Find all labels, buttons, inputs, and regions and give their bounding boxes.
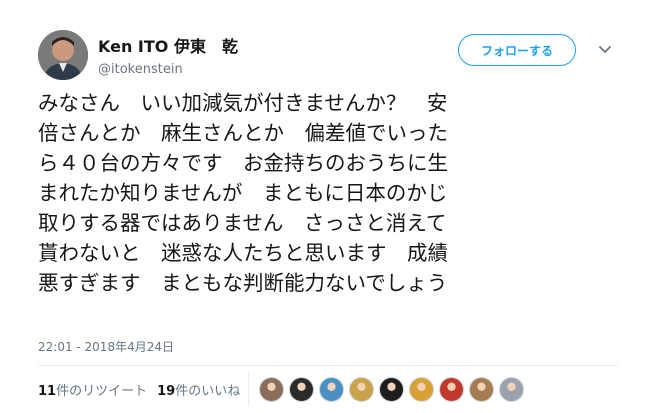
tweet-stats: 11件のリツイート 19件のいいね	[38, 372, 529, 406]
divider	[38, 365, 618, 366]
tweet-text-line: 倍さんとか 麻生さんとか 偏差値でいった	[38, 121, 448, 145]
tweet-header: Ken ITO 伊東 乾 @itokenstein フォローする	[38, 30, 618, 82]
follow-button[interactable]: フォローする	[458, 34, 576, 66]
liker-avatar-icon[interactable]	[379, 376, 405, 402]
author-names: Ken ITO 伊東 乾 @itokenstein	[98, 33, 238, 77]
tweet-timestamp[interactable]: 22:01 - 2018年4月24日	[38, 338, 174, 355]
liker-avatar-icon[interactable]	[349, 376, 375, 402]
tweet-text-line: 貰わないと 迷惑な人たちと思います 成績	[38, 241, 448, 265]
author-avatar[interactable]	[38, 30, 88, 80]
likes-count: 19	[157, 383, 176, 399]
chevron-down-icon[interactable]	[596, 40, 614, 58]
author-avatar-icon	[38, 30, 88, 80]
liker-avatars	[259, 376, 529, 402]
liker-avatar-icon[interactable]	[439, 376, 465, 402]
liker-avatar-icon[interactable]	[319, 376, 345, 402]
retweets-stat[interactable]: 11件のリツイート	[38, 380, 147, 399]
tweet-text-line: ら４０台の方々です お金持ちのおうちに生	[38, 151, 448, 175]
tweet-text-line: みなさん いい加減気が付きませんか？ 安	[38, 91, 448, 115]
likes-label: 件のいいね	[175, 383, 241, 399]
tweet-text-line: まれたか知りませんが まともに日本のかじ	[38, 181, 448, 205]
author-screen-name[interactable]: @itokenstein	[98, 62, 238, 77]
tweet-text-line: 悪すぎます まともな判断能力ないでしょう	[38, 271, 448, 295]
liker-avatar-icon[interactable]	[259, 376, 285, 402]
liker-avatar-icon[interactable]	[469, 376, 495, 402]
retweets-label: 件のリツイート	[56, 383, 148, 399]
liker-avatar-icon[interactable]	[499, 376, 525, 402]
stats-separator	[248, 372, 250, 406]
author-display-name[interactable]: Ken ITO 伊東 乾	[98, 33, 238, 57]
likes-stat[interactable]: 19件のいいね	[157, 380, 240, 399]
tweet-text-line: 取りする器ではありません さっさと消えて	[38, 211, 447, 235]
tweet-text: みなさん いい加減気が付きませんか？ 安 倍さんとか 麻生さんとか 偏差値でいっ…	[38, 88, 618, 298]
liker-avatar-icon[interactable]	[289, 376, 315, 402]
retweets-count: 11	[38, 383, 57, 399]
liker-avatar-icon[interactable]	[409, 376, 435, 402]
